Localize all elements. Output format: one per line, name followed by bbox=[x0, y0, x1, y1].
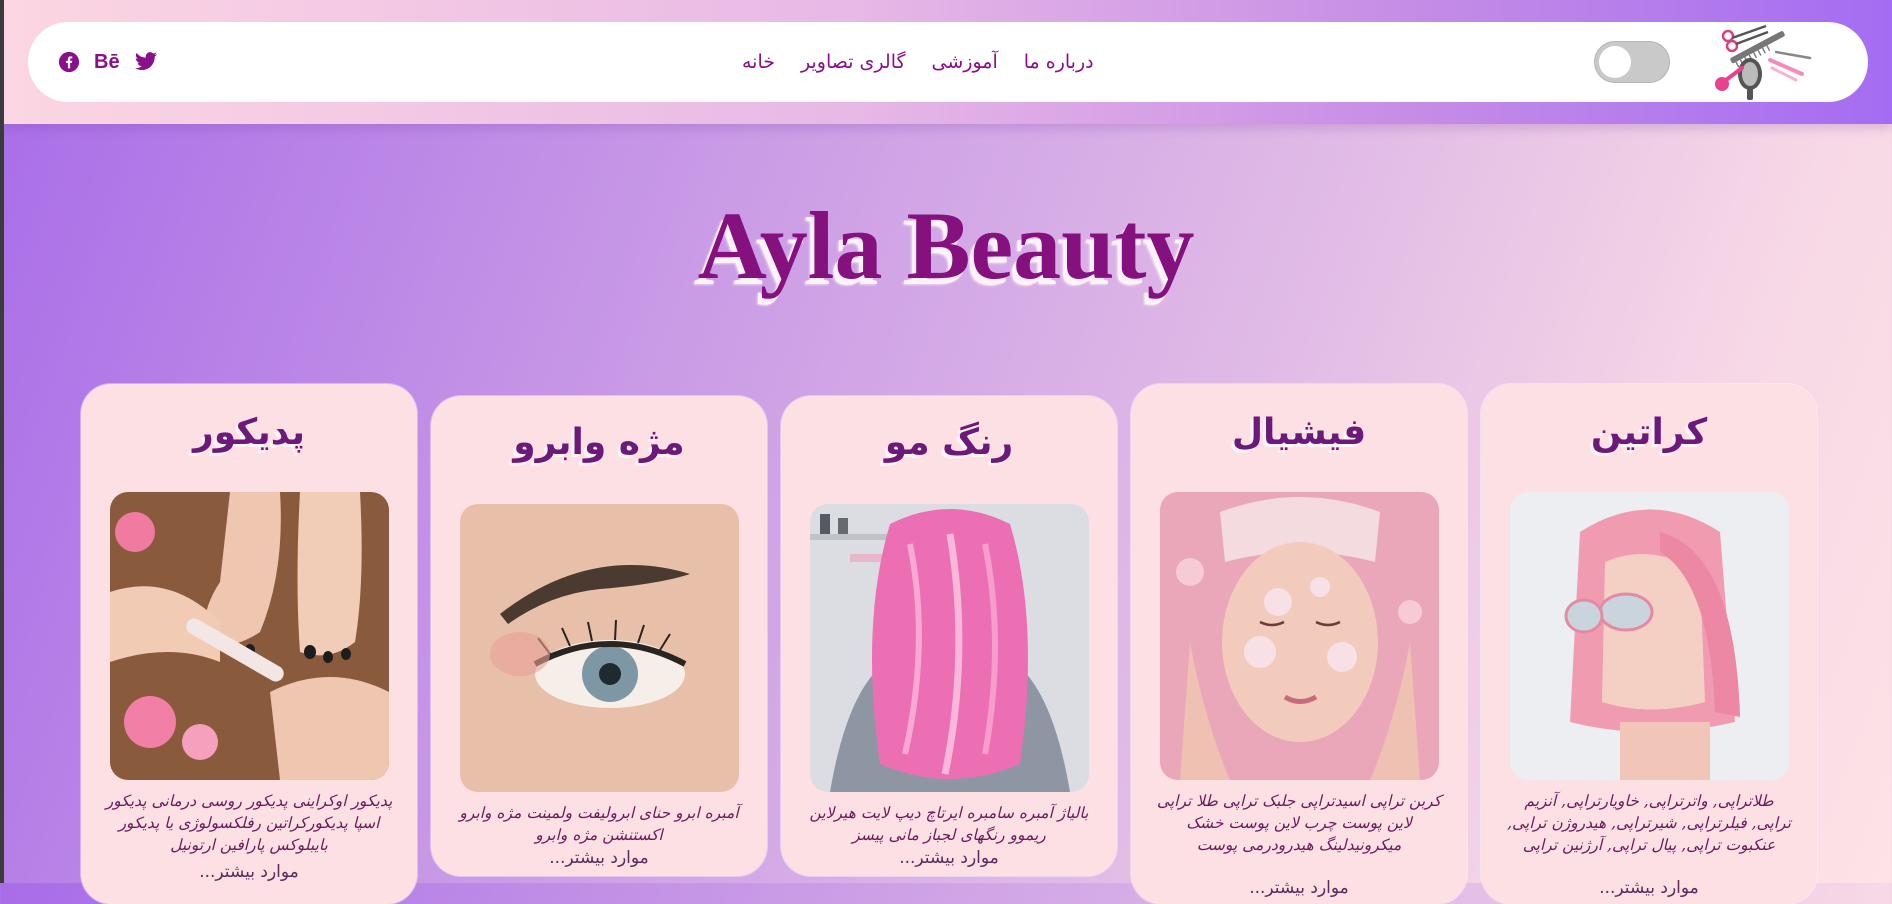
salon-logo[interactable] bbox=[1706, 22, 1816, 102]
nav-link-education[interactable]: آموزشی bbox=[932, 51, 998, 73]
logo-graphic bbox=[1715, 24, 1812, 100]
service-card-keratin[interactable]: کراتین طلاتراپی, واترتراپی, خاویارتراپی,… bbox=[1481, 384, 1817, 904]
nav-link-home[interactable]: خانه bbox=[742, 51, 775, 73]
nav-link-about[interactable]: درباره ما bbox=[1024, 51, 1094, 73]
keratin-photo bbox=[1510, 492, 1789, 780]
card-description: آمبره ابرو حنای ابرولیفت ولمینت مژه وابر… bbox=[459, 804, 739, 844]
card-description: طلاتراپی, واترتراپی, خاویارتراپی, آنزیم … bbox=[1507, 792, 1791, 854]
behance-icon[interactable]: Bē bbox=[94, 51, 120, 74]
card-title: فیشیال bbox=[1231, 412, 1367, 453]
hair-color-photo bbox=[810, 504, 1089, 792]
service-card-pedicure[interactable]: پدیکور پدیکور اوکراینی پدیکور روسی درمان… bbox=[81, 384, 417, 904]
nav-links: خانه گالری تصاویر آموزشی درباره ما bbox=[742, 46, 1094, 78]
service-card-hair-color[interactable]: رنگ مو بالیاژ آمبره سامبره ایرتاچ دیپ لا… bbox=[781, 396, 1117, 876]
read-more-link[interactable]: موارد بیشتر... bbox=[1481, 878, 1817, 898]
card-description: بالیاژ آمبره سامبره ایرتاچ دیپ لایت هیرل… bbox=[809, 804, 1089, 844]
twitter-icon[interactable] bbox=[134, 52, 158, 72]
navbar: خانه گالری تصاویر آموزشی درباره ما Bē bbox=[28, 22, 1868, 102]
card-title: پدیکور bbox=[192, 412, 306, 453]
service-card-facial[interactable]: فیشیال کربن تراپی اسیدتراپی جلبک تراپی ط… bbox=[1131, 384, 1467, 904]
read-more-link[interactable]: موارد بیشتر... bbox=[1131, 878, 1467, 898]
lashes-brows-photo bbox=[460, 504, 739, 792]
card-title: کراتین bbox=[1590, 412, 1708, 453]
card-description: پدیکور اوکراینی پدیکور روسی درمانی پدیکو… bbox=[105, 792, 393, 854]
facial-photo bbox=[1160, 492, 1439, 780]
read-more-link[interactable]: موارد بیشتر... bbox=[81, 862, 417, 882]
facebook-icon[interactable] bbox=[58, 51, 80, 73]
service-card-lashes-brows[interactable]: مژه وابرو آمبره ابرو حنای ابرولیفت ولمین… bbox=[431, 396, 767, 876]
social-links: Bē bbox=[58, 46, 158, 78]
pedicure-photo bbox=[110, 492, 389, 780]
theme-toggle[interactable] bbox=[1594, 41, 1670, 83]
theme-toggle-knob bbox=[1599, 46, 1631, 78]
nav-link-gallery[interactable]: گالری تصاویر bbox=[801, 51, 906, 73]
read-more-link[interactable]: موارد بیشتر... bbox=[781, 848, 1117, 868]
read-more-link[interactable]: موارد بیشتر... bbox=[431, 848, 767, 868]
card-description: کربن تراپی اسیدتراپی جلبک تراپی طلا تراپ… bbox=[1156, 792, 1442, 854]
hero-title: Ayla Beauty bbox=[697, 192, 1195, 299]
window-edge bbox=[0, 0, 4, 883]
card-title: مژه وابرو bbox=[513, 422, 685, 463]
card-title: رنگ مو bbox=[884, 422, 1014, 463]
